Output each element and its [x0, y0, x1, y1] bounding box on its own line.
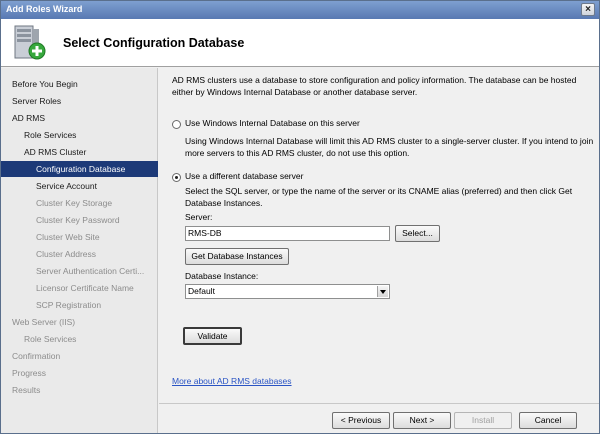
server-label: Server:: [185, 212, 213, 222]
install-button: Install: [454, 412, 512, 429]
sidebar-item-licensor-certificate-name: Licensor Certificate Name: [36, 283, 134, 293]
sidebar-item-cluster-key-password: Cluster Key Password: [36, 215, 120, 225]
window-title: Add Roles Wizard: [6, 4, 83, 14]
validate-button[interactable]: Validate: [183, 327, 242, 345]
add-roles-wizard-window: Add Roles Wizard × Select Configuration …: [0, 0, 600, 434]
internal-database-description: Using Windows Internal Database will lim…: [185, 136, 594, 158]
intro-text: AD RMS clusters use a database to store …: [172, 75, 577, 97]
previous-button[interactable]: < Previous: [332, 412, 390, 429]
get-database-instances-button[interactable]: Get Database Instances: [185, 248, 289, 265]
cancel-button[interactable]: Cancel: [519, 412, 577, 429]
close-button[interactable]: ×: [581, 3, 595, 16]
sidebar-item-results: Results: [12, 385, 41, 395]
wizard-footer: < Previous Next > Install Cancel: [159, 403, 599, 433]
database-instance-value: Default: [188, 286, 215, 296]
internal-database-radio[interactable]: [172, 120, 181, 129]
select-server-button[interactable]: Select...: [395, 225, 440, 242]
different-server-radio[interactable]: [172, 173, 181, 182]
sidebar-item-ad-rms-cluster[interactable]: AD RMS Cluster: [1, 144, 158, 160]
sidebar-item-configuration-database[interactable]: Configuration Database: [1, 161, 158, 177]
wizard-nav: Before You Begin Server Roles AD RMS Rol…: [1, 68, 158, 433]
chevron-down-icon[interactable]: [377, 286, 388, 297]
sidebar-item-confirmation: Confirmation: [12, 351, 61, 361]
wizard-header: Select Configuration Database: [1, 19, 599, 67]
sidebar-item-service-account[interactable]: Service Account: [1, 178, 158, 194]
server-roles-icon: [14, 25, 46, 60]
server-input[interactable]: RMS-DB: [185, 226, 390, 241]
sidebar-item-cluster-key-storage: Cluster Key Storage: [36, 198, 113, 208]
different-server-description: Select the SQL server, or type the name …: [185, 186, 573, 208]
close-icon: ×: [585, 4, 591, 15]
sidebar-item-server-authentication-certificate: Server Authentication Certi...: [36, 266, 145, 276]
sidebar-item-before-you-begin[interactable]: Before You Begin: [1, 76, 158, 92]
different-server-label[interactable]: Use a different database server: [185, 171, 585, 183]
title-bar[interactable]: Add Roles Wizard ×: [1, 1, 599, 19]
next-button[interactable]: Next >: [393, 412, 451, 429]
database-instance-select[interactable]: Default: [185, 284, 390, 299]
sidebar-item-iis-role-services: Role Services: [24, 334, 77, 344]
internal-database-label[interactable]: Use Windows Internal Database on this se…: [185, 118, 585, 130]
page-title: Select Configuration Database: [63, 36, 245, 50]
sidebar-item-ad-rms[interactable]: AD RMS: [1, 110, 158, 126]
database-instance-label: Database Instance:: [185, 271, 259, 281]
sidebar-item-progress: Progress: [12, 368, 47, 378]
sidebar-item-cluster-address: Cluster Address: [36, 249, 96, 259]
more-about-databases-link[interactable]: More about AD RMS databases: [172, 376, 292, 388]
wizard-content: AD RMS clusters use a database to store …: [159, 68, 599, 403]
sidebar-item-server-roles[interactable]: Server Roles: [1, 93, 158, 109]
sidebar-item-role-services[interactable]: Role Services: [1, 127, 158, 143]
sidebar-item-web-server-iis: Web Server (IIS): [12, 317, 76, 327]
sidebar-item-scp-registration: SCP Registration: [36, 300, 102, 310]
sidebar-item-cluster-web-site: Cluster Web Site: [36, 232, 100, 242]
